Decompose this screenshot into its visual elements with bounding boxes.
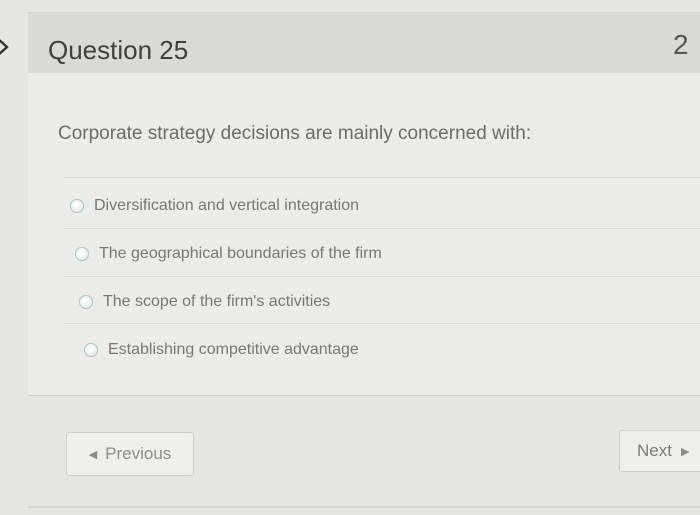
radio-button[interactable] xyxy=(70,199,84,213)
answer-option[interactable]: The geographical boundaries of the firm xyxy=(75,245,382,263)
answer-option-label: Establishing competitive advantage xyxy=(108,341,359,358)
question-points: 2 xyxy=(673,29,689,60)
answer-option-label: The geographical boundaries of the firm xyxy=(99,245,382,262)
answer-option[interactable]: Establishing competitive advantage xyxy=(84,341,359,359)
radio-button[interactable] xyxy=(84,343,98,357)
answer-option-label: Diversification and vertical integration xyxy=(94,197,360,214)
question-header: Question 25 2 xyxy=(28,12,700,74)
question-title: Question 25 xyxy=(48,35,189,65)
answer-option-label: The scope of the firm's activities xyxy=(103,293,331,310)
divider xyxy=(63,276,700,277)
divider xyxy=(63,228,700,229)
question-body: Corporate strategy decisions are mainly … xyxy=(28,73,700,395)
triangle-left-icon: ◀ xyxy=(88,448,98,461)
divider xyxy=(28,506,700,508)
previous-label: Previous xyxy=(105,444,172,463)
chevron-right-icon[interactable] xyxy=(0,36,12,58)
radio-button[interactable] xyxy=(79,295,93,309)
radio-button[interactable] xyxy=(75,247,89,261)
divider xyxy=(28,395,700,396)
triangle-right-icon: ▶ xyxy=(680,445,690,458)
answer-option[interactable]: Diversification and vertical integration xyxy=(70,197,359,215)
next-button[interactable]: Next ▶ xyxy=(619,430,700,472)
divider xyxy=(63,323,700,324)
answer-option[interactable]: The scope of the firm's activities xyxy=(79,293,330,311)
next-label: Next xyxy=(637,441,672,460)
question-prompt: Corporate strategy decisions are mainly … xyxy=(58,123,532,144)
divider xyxy=(63,177,700,178)
previous-button[interactable]: ◀ Previous xyxy=(66,432,194,476)
